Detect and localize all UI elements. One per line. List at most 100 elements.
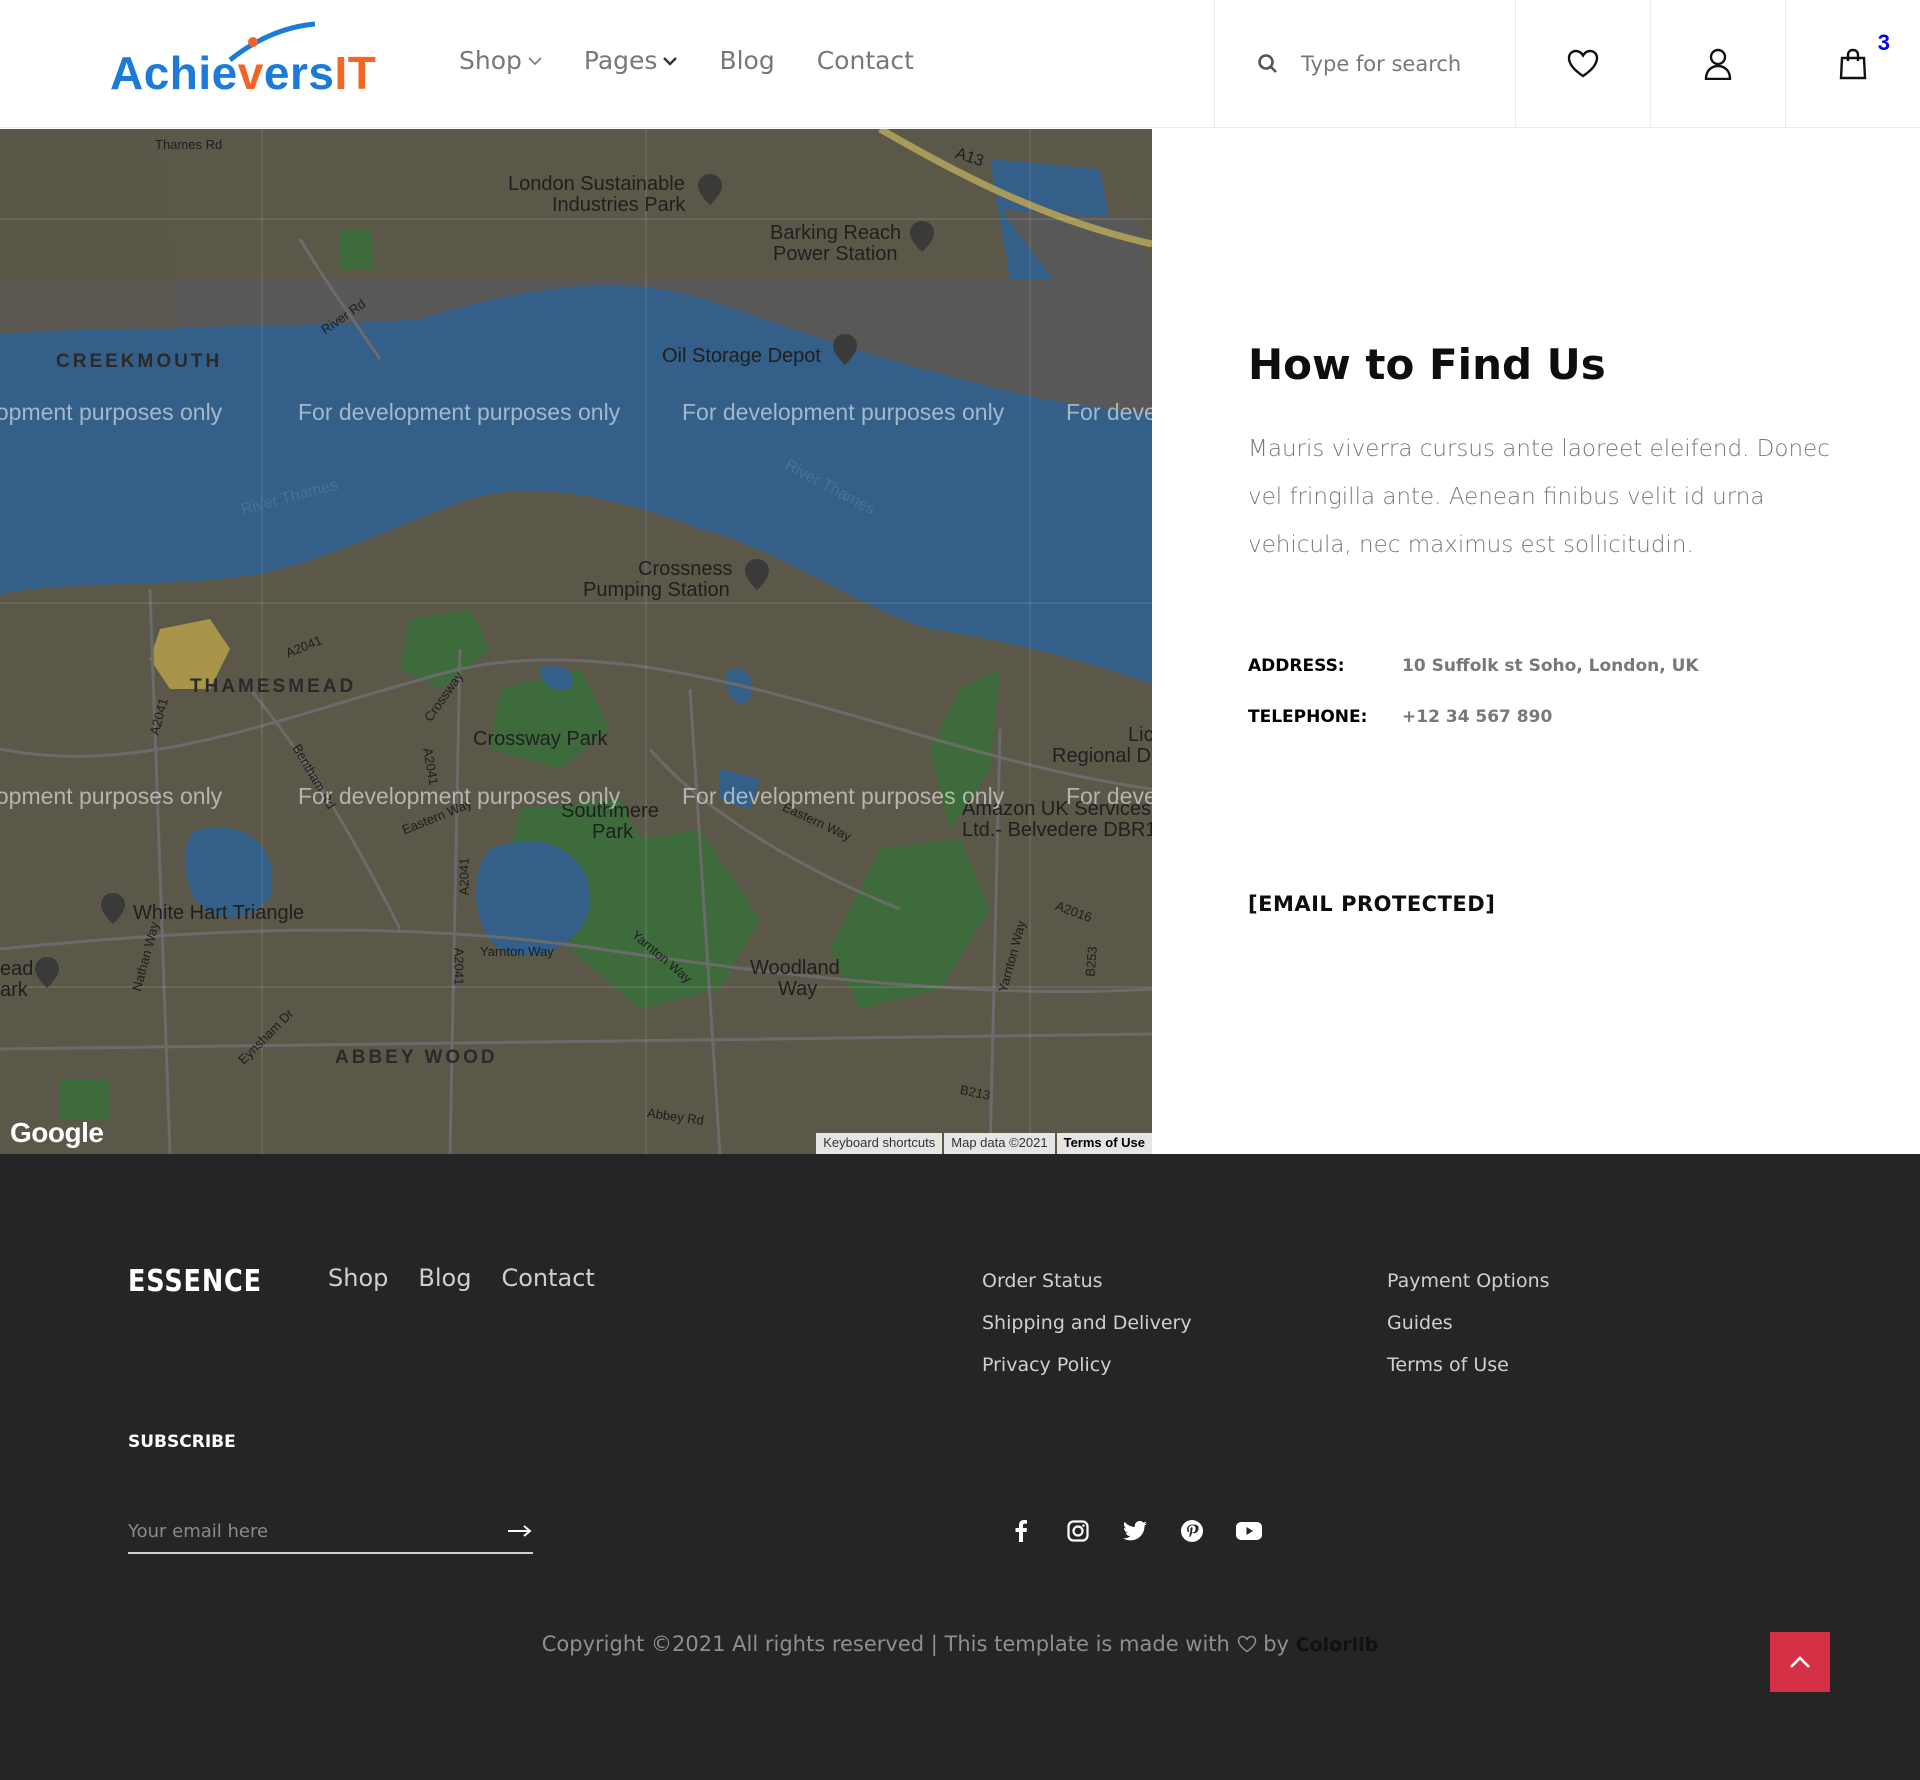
- heart-icon: [1567, 49, 1599, 78]
- map-label: ABBEY WOOD: [335, 1047, 498, 1068]
- nav-shop[interactable]: Shop: [459, 46, 542, 75]
- copyright-by: by: [1263, 1632, 1289, 1656]
- facebook-icon[interactable]: [992, 1516, 1049, 1546]
- youtube-icon[interactable]: [1220, 1516, 1277, 1546]
- map-label: Oil Storage Depot: [662, 345, 821, 367]
- twitter-icon[interactable]: [1106, 1516, 1163, 1546]
- wishlist-button[interactable]: [1515, 0, 1650, 128]
- copyright: Copyright ©2021 All rights reserved | Th…: [0, 1632, 1920, 1656]
- map-label: White Hart Triangle: [133, 902, 305, 924]
- map-terms-link[interactable]: Terms of Use: [1056, 1133, 1152, 1154]
- nav-contact[interactable]: Contact: [817, 46, 914, 75]
- map-watermark: For development purposes only: [0, 783, 223, 809]
- terms-of-use-link[interactable]: Terms of Use: [1387, 1344, 1550, 1386]
- map-label: London Sustainable: [508, 173, 685, 195]
- site-footer: ESSENCE Shop Blog Contact Order Status S…: [0, 1154, 1920, 1780]
- telephone-label: TELEPHONE:: [1248, 707, 1368, 727]
- telephone-value: +12 34 567 890: [1402, 707, 1553, 727]
- map-label: Industries Park: [552, 194, 686, 216]
- cart-button[interactable]: 3: [1785, 0, 1920, 128]
- map-label: Lic: [1128, 724, 1152, 746]
- map-attribution: Keyboard shortcuts Map data ©2021 Terms …: [814, 1133, 1152, 1154]
- google-map[interactable]: Thames Rd London Sustainable Industries …: [0, 129, 1152, 1154]
- colorlib-link[interactable]: Colorlib: [1296, 1634, 1379, 1656]
- map-label: A2041: [451, 947, 467, 986]
- map-label: Pumping Station: [583, 579, 730, 601]
- footer-links-col1: Order Status Shipping and Delivery Priva…: [982, 1260, 1192, 1386]
- account-button[interactable]: [1650, 0, 1785, 128]
- footer-nav: Shop Blog Contact: [328, 1264, 625, 1292]
- map-label: Crossway Park: [473, 728, 608, 750]
- user-icon: [1704, 48, 1732, 80]
- chevron-up-icon: [1790, 1656, 1810, 1668]
- map-watermark: For development purposes only: [298, 783, 621, 809]
- footer-nav-blog[interactable]: Blog: [418, 1264, 471, 1292]
- shopping-bag-icon: [1839, 48, 1867, 80]
- header-actions: 3: [1214, 0, 1920, 128]
- map-label: Way: [778, 978, 818, 1000]
- instagram-icon[interactable]: [1049, 1516, 1106, 1546]
- logo[interactable]: AchieversIT: [110, 20, 385, 99]
- pinterest-icon[interactable]: [1163, 1516, 1220, 1546]
- main-nav: Shop Pages Blog Contact: [459, 46, 956, 75]
- map-label: B253: [1082, 945, 1100, 978]
- map-watermark: For development purposes only: [0, 399, 223, 425]
- site-header: AchieversIT Shop Pages Blog Contact Type…: [0, 0, 1920, 128]
- map-label: Ltd.- Belvedere DBR1: [962, 819, 1152, 841]
- search-icon[interactable]: [1257, 53, 1279, 75]
- find-us-description: Mauris viverra cursus ante laoreet eleif…: [1248, 436, 1830, 558]
- footer-nav-shop[interactable]: Shop: [328, 1264, 388, 1292]
- shipping-delivery-link[interactable]: Shipping and Delivery: [982, 1302, 1192, 1344]
- payment-options-link[interactable]: Payment Options: [1387, 1260, 1550, 1302]
- map-label: ead: [0, 958, 34, 980]
- nav-pages-label: Pages: [583, 46, 658, 75]
- address-value: 10 Suffolk st Soho, London, UK: [1402, 656, 1699, 676]
- map-label: Thames Rd: [155, 137, 223, 152]
- search-box: [1214, 0, 1515, 128]
- copyright-text: Copyright ©2021 All rights reserved | Th…: [541, 1632, 1230, 1656]
- map-watermark: For development purposes only: [1066, 399, 1152, 425]
- subscribe-email-input[interactable]: [128, 1520, 448, 1542]
- address-label: ADDRESS:: [1248, 656, 1345, 676]
- map-label: CREEKMOUTH: [56, 351, 223, 372]
- nav-shop-label: Shop: [459, 46, 522, 75]
- search-input[interactable]: [1301, 52, 1501, 76]
- heart-icon: [1237, 1635, 1256, 1653]
- footer-brand[interactable]: ESSENCE: [128, 1264, 262, 1299]
- nav-contact-label: Contact: [816, 46, 914, 75]
- map-watermark: For development purposes only: [1066, 783, 1152, 809]
- email-link[interactable]: [EMAIL PROTECTED]: [1248, 892, 1495, 916]
- subscribe-title: SUBSCRIBE: [128, 1432, 236, 1452]
- map-watermark: For development purposes only: [682, 783, 1005, 809]
- map-watermark: For development purposes only: [298, 399, 621, 425]
- find-us-title: How to Find Us: [1248, 340, 1606, 389]
- map-tiles: [0, 129, 1152, 1154]
- map-label: THAMESMEAD: [190, 676, 357, 697]
- nav-blog[interactable]: Blog: [719, 46, 774, 75]
- map-label: Power Station: [773, 243, 898, 265]
- subscribe-form: [128, 1510, 533, 1554]
- privacy-policy-link[interactable]: Privacy Policy: [982, 1344, 1192, 1386]
- telephone-row: TELEPHONE: +12 34 567 890: [1248, 707, 1552, 727]
- order-status-link[interactable]: Order Status: [982, 1260, 1192, 1302]
- map-label: Crossness: [638, 558, 733, 580]
- chevron-down-icon: [528, 56, 542, 65]
- map-label: A2041: [456, 857, 472, 896]
- scroll-to-top-button[interactable]: [1770, 1632, 1830, 1692]
- map-data-text: Map data ©2021: [944, 1133, 1055, 1154]
- social-links: [992, 1516, 1277, 1546]
- google-logo[interactable]: Google: [10, 1117, 104, 1149]
- cart-count-badge: 3: [1877, 30, 1890, 55]
- arrow-right-icon[interactable]: [507, 1524, 533, 1538]
- address-row: ADDRESS: 10 Suffolk st Soho, London, UK: [1248, 656, 1699, 676]
- footer-nav-contact[interactable]: Contact: [501, 1264, 594, 1292]
- keyboard-shortcuts-link[interactable]: Keyboard shortcuts: [816, 1133, 943, 1154]
- nav-blog-label: Blog: [719, 46, 775, 75]
- map-label: Yarnton Way: [480, 944, 554, 959]
- nav-pages[interactable]: Pages: [584, 46, 678, 75]
- map-label: Woodland: [750, 957, 840, 979]
- map-watermark: For development purposes only: [682, 399, 1005, 425]
- find-us-section: How to Find Us Mauris viverra cursus ant…: [1248, 340, 1848, 569]
- footer-links-col2: Payment Options Guides Terms of Use: [1387, 1260, 1550, 1386]
- guides-link[interactable]: Guides: [1387, 1302, 1550, 1344]
